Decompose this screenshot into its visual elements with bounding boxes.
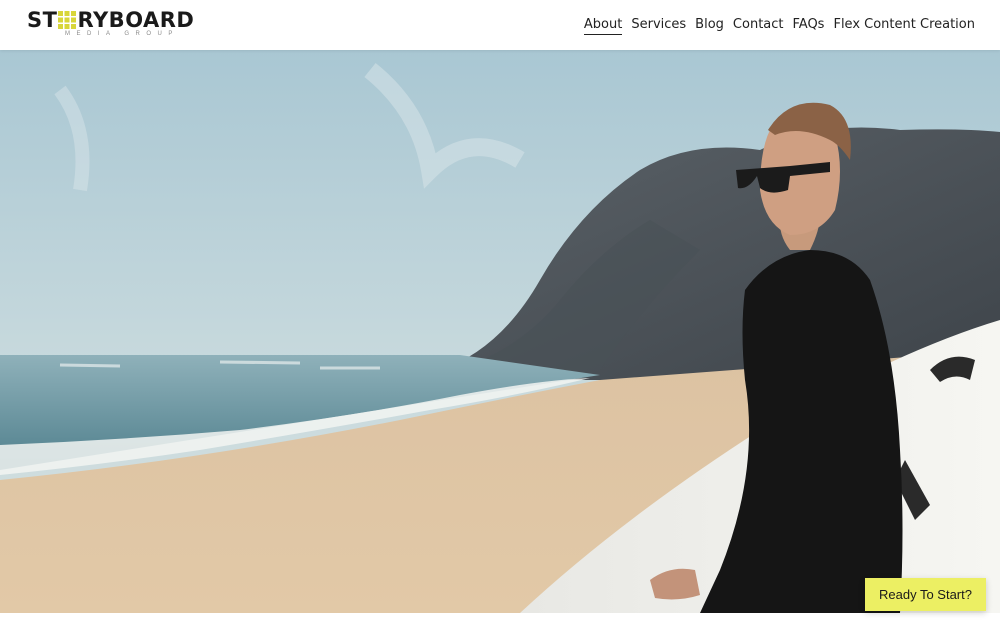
main-nav: About Services Blog Contact FAQs Flex Co…	[583, 16, 975, 35]
logo-text-suffix: RYBOARD	[77, 8, 195, 32]
hero-banner	[0, 50, 1000, 613]
logo-tagline: MEDIA GROUP	[65, 31, 179, 37]
brand-logo[interactable]: ST RYBOARD MEDIA GROUP	[27, 9, 194, 39]
ready-to-start-button[interactable]: Ready To Start?	[865, 578, 986, 611]
surfer-on-beach-image	[0, 50, 1000, 613]
logo-text-prefix: ST	[27, 8, 58, 32]
nav-about[interactable]: About	[583, 16, 623, 35]
nav-flex-content-creation[interactable]: Flex Content Creation	[833, 16, 975, 35]
nav-contact[interactable]: Contact	[733, 16, 784, 35]
logo-wordmark: ST RYBOARD	[27, 9, 194, 31]
grid-o-icon	[58, 11, 77, 29]
site-header: ST RYBOARD MEDIA GROUP About Services Blo…	[0, 0, 1000, 50]
nav-services[interactable]: Services	[631, 16, 686, 35]
page-bottom-edge	[0, 613, 1000, 625]
nav-faqs[interactable]: FAQs	[793, 16, 825, 35]
nav-blog[interactable]: Blog	[695, 16, 724, 35]
